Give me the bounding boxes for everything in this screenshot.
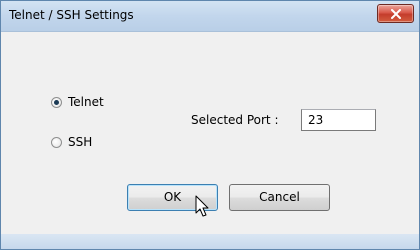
radio-ssh[interactable]: SSH xyxy=(51,135,92,149)
selected-port-label: Selected Port : xyxy=(191,113,279,127)
radio-telnet-label: Telnet xyxy=(68,95,104,109)
close-button[interactable] xyxy=(377,4,414,23)
ok-button[interactable]: OK xyxy=(127,184,218,211)
window-bottom-frame xyxy=(1,234,419,249)
radio-telnet[interactable]: Telnet xyxy=(51,95,104,109)
title-bar[interactable]: Telnet / SSH Settings xyxy=(1,1,419,32)
radio-unchecked-icon xyxy=(51,136,62,148)
radio-ssh-label: SSH xyxy=(68,135,93,149)
close-x-icon xyxy=(391,9,401,19)
cancel-button[interactable]: Cancel xyxy=(229,184,330,211)
window-title: Telnet / SSH Settings xyxy=(9,8,134,22)
dialog-window: Telnet / SSH Settings Telnet SSH Selecte… xyxy=(0,0,420,250)
port-input[interactable] xyxy=(301,109,376,131)
radio-checked-icon xyxy=(51,96,62,108)
